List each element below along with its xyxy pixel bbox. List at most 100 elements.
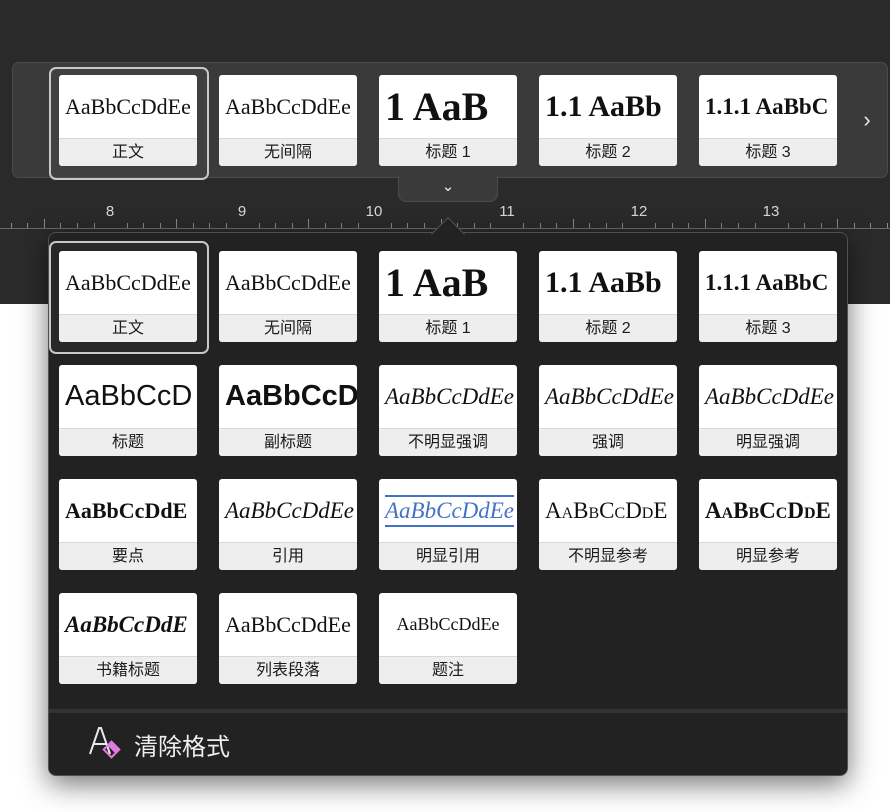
ruler-tick	[291, 223, 293, 228]
ruler-tick	[556, 223, 558, 228]
style-subtitle[interactable]: AaBbCcD 副标题	[219, 365, 357, 456]
style-sample: 1 AaB	[385, 84, 489, 129]
style-label: 强调	[539, 428, 677, 456]
style-heading-2[interactable]: 1.1 AaBb 标题 2	[539, 251, 677, 342]
style-quote[interactable]: AaBbCcDdEe 引用	[219, 479, 357, 570]
style-sample: 1.1.1 AaBbC	[705, 93, 829, 119]
ruler-tick	[143, 223, 145, 228]
style-label: 引用	[219, 542, 357, 570]
clear-formatting-label: 清除格式	[134, 733, 230, 761]
ruler-tick	[737, 223, 739, 228]
gallery-scroll-right-icon[interactable]: ›	[856, 104, 878, 136]
style-heading-1[interactable]: 1 AaB 标题 1	[379, 251, 517, 342]
style-label: 不明显参考	[539, 542, 677, 570]
ruler-number: 12	[630, 203, 648, 220]
style-sample: AaBbCcDdEe	[65, 269, 191, 295]
clear-formatting-icon	[86, 724, 130, 764]
style-emphasis[interactable]: AaBbCcDdEe 强调	[539, 365, 677, 456]
style-book-title[interactable]: AaBbCcDdE 书籍标题	[59, 593, 197, 684]
ruler-tick	[870, 223, 872, 228]
style-intense-emphasis[interactable]: AaBbCcDdEe 明显强调	[699, 365, 837, 456]
style-sample: AaBbCcDdE	[545, 497, 668, 523]
ribbon-style-heading-3[interactable]: 1.1.1 AaBbC 标题 3	[699, 75, 837, 166]
style-sample-wrap: AaBbCcDdEe	[379, 479, 517, 542]
ribbon-style-no-spacing[interactable]: AaBbCcDdEe 无间隔	[219, 75, 357, 166]
style-intense-reference[interactable]: AaBbCcDdE 明显参考	[699, 479, 837, 570]
style-caption[interactable]: AaBbCcDdEe 题注	[379, 593, 517, 684]
style-sample: AaBbCcDdE	[65, 497, 188, 523]
style-label: 书籍标题	[59, 656, 197, 684]
ruler-tick	[27, 223, 29, 228]
panel-divider	[49, 709, 847, 713]
ruler-tick	[324, 223, 326, 228]
style-sample: AaBbCcDdEe	[225, 497, 355, 523]
ruler-number: 9	[237, 203, 247, 220]
style-subtle-emphasis[interactable]: AaBbCcDdEe 不明显强调	[379, 365, 517, 456]
ruler-tick	[275, 223, 277, 228]
ruler-tick	[424, 223, 425, 228]
style-intense-quote[interactable]: AaBbCcDdEe 明显引用	[379, 479, 517, 570]
ruler-number: 8	[105, 203, 115, 220]
ribbon-style-heading-2[interactable]: 1.1 AaBb 标题 2	[539, 75, 677, 166]
ruler-tick	[43, 219, 45, 228]
ruler-tick	[77, 223, 78, 228]
style-sample: 1.1 AaBb	[545, 89, 662, 123]
clear-formatting-button[interactable]: 清除格式	[86, 722, 286, 766]
style-sample: AaBbCcDdEe	[385, 383, 515, 409]
ruler-tick	[407, 223, 409, 228]
ruler-tick	[341, 223, 343, 228]
ruler-tick	[754, 223, 756, 228]
style-label: 标题 3	[699, 138, 837, 166]
style-label: 明显参考	[699, 542, 837, 570]
style-sample: AaBbCcDdE	[705, 497, 831, 523]
ribbon-style-normal[interactable]: AaBbCcDdEe 正文	[59, 75, 197, 166]
ruler-tick	[605, 223, 607, 228]
ruler-tick	[837, 219, 839, 228]
ruler-tick	[473, 223, 475, 228]
style-label: 标题 2	[539, 314, 677, 342]
style-label: 要点	[59, 542, 197, 570]
ruler-tick	[572, 219, 574, 228]
ruler-tick	[721, 223, 723, 228]
style-normal[interactable]: AaBbCcDdEe 正文	[59, 251, 197, 342]
ruler-tick	[192, 223, 194, 228]
ruler-number: 10	[365, 203, 383, 220]
style-label: 副标题	[219, 428, 357, 456]
ruler-tick	[10, 223, 12, 228]
style-sample: AaBbCcDdEe	[225, 269, 351, 295]
style-label: 无间隔	[219, 314, 357, 342]
style-strong[interactable]: AaBbCcDdE 要点	[59, 479, 197, 570]
ruler-tick	[93, 223, 95, 228]
ruler-tick	[886, 223, 888, 228]
ruler-tick	[390, 223, 392, 228]
style-label: 题注	[379, 656, 517, 684]
ruler-number: 11	[499, 203, 515, 220]
ruler-tick	[490, 223, 492, 228]
style-sample: 1.1.1 AaBbC	[705, 269, 829, 295]
ruler-tick	[804, 223, 805, 228]
style-label: 明显强调	[699, 428, 837, 456]
style-label: 列表段落	[219, 656, 357, 684]
gallery-expand-button[interactable]: ⌄	[398, 176, 498, 202]
style-heading-3[interactable]: 1.1.1 AaBbC 标题 3	[699, 251, 837, 342]
ruler-tick	[787, 223, 789, 228]
style-title[interactable]: AaBbCcD 标题	[59, 365, 197, 456]
style-sample: AaBbCcDdEe	[705, 383, 835, 409]
style-sample: AaBbCcDdEe	[396, 614, 500, 634]
style-sample: AaBbCcD	[65, 380, 193, 412]
style-subtle-reference[interactable]: AaBbCcDdE 不明显参考	[539, 479, 677, 570]
ribbon-style-heading-1[interactable]: 1 AaB 标题 1	[379, 75, 517, 166]
style-label: 标题 1	[379, 314, 517, 342]
ruler-tick	[539, 223, 541, 228]
ruler-tick	[523, 223, 525, 228]
chevron-down-icon: ⌄	[441, 178, 455, 195]
style-label: 无间隔	[219, 138, 357, 166]
ruler-tick	[209, 223, 211, 228]
style-sample: AaBbCcDdEe	[65, 93, 191, 119]
style-list-paragraph[interactable]: AaBbCcDdEe 列表段落	[219, 593, 357, 684]
style-sample: AaBbCcD	[225, 380, 357, 412]
ruler-tick	[225, 223, 227, 228]
ruler-tick	[159, 223, 161, 228]
style-no-spacing[interactable]: AaBbCcDdEe 无间隔	[219, 251, 357, 342]
ruler-number: 13	[762, 203, 780, 220]
